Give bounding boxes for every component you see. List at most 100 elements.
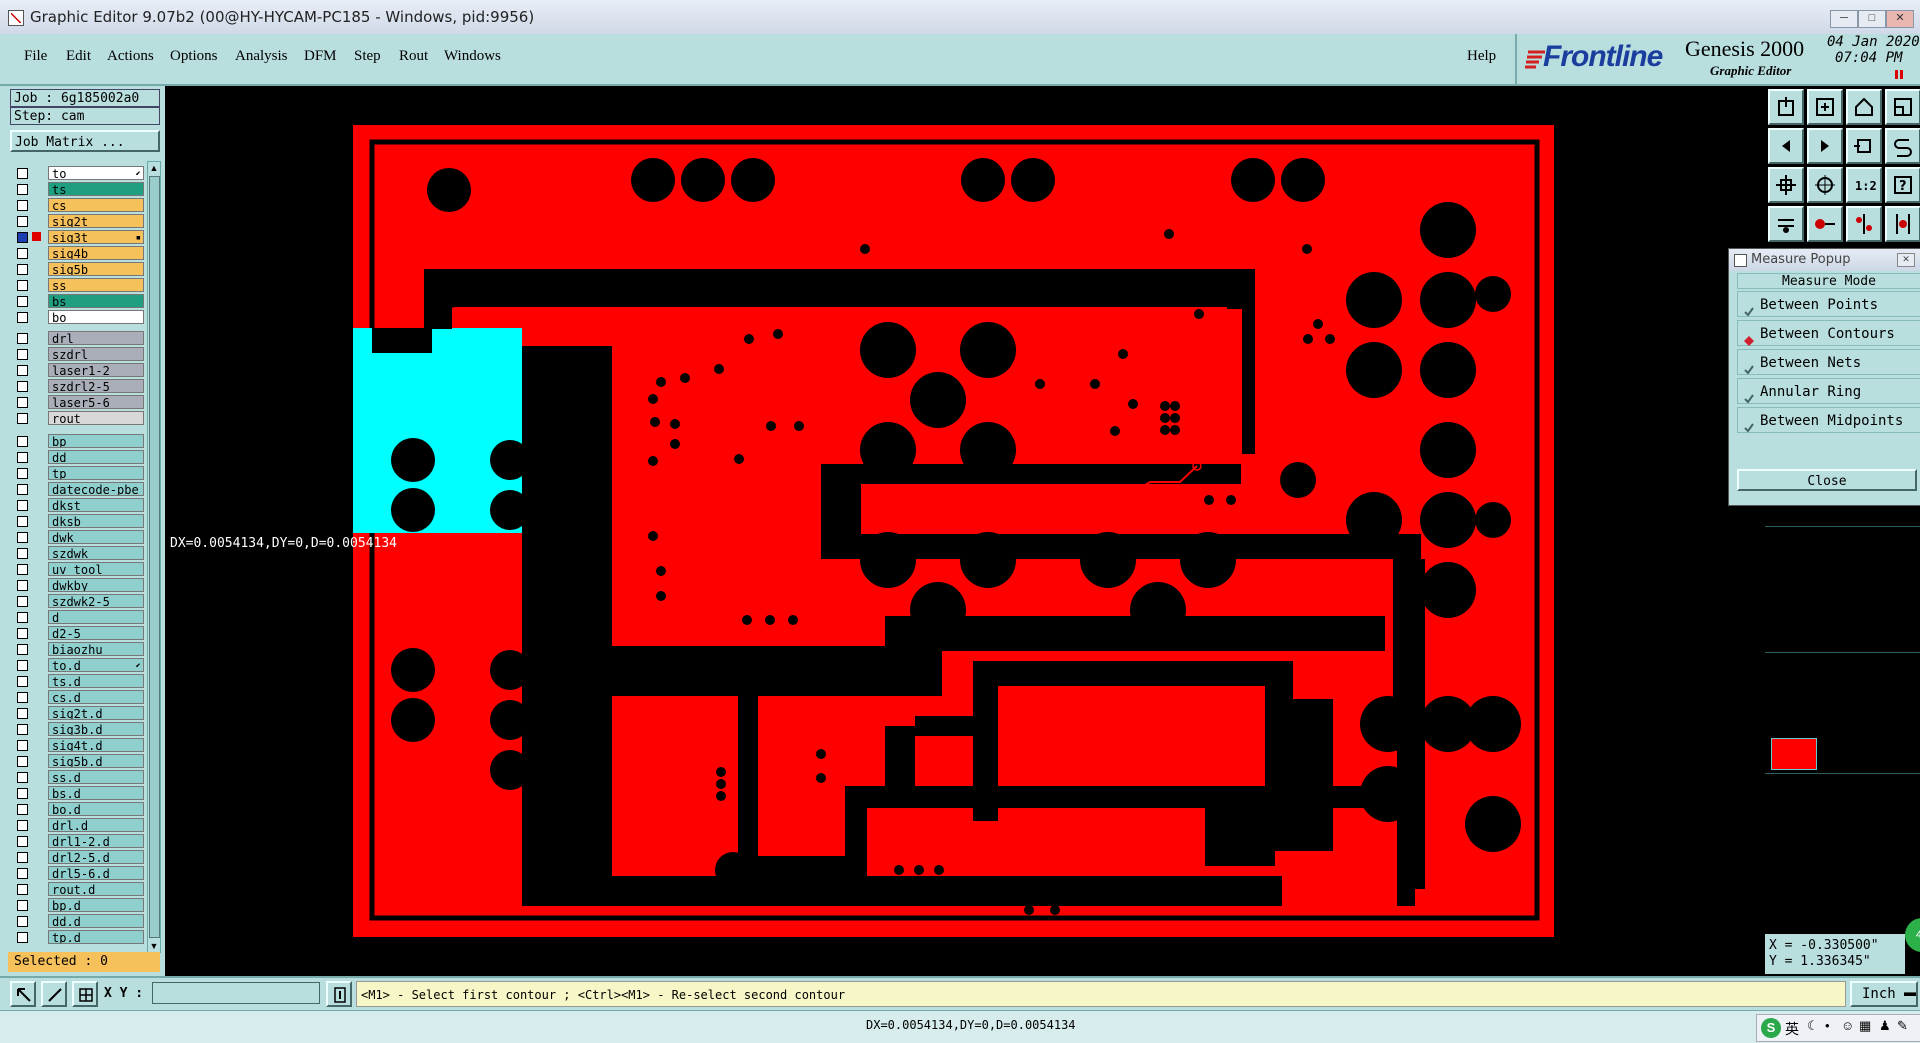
option-between-midpoints[interactable]: Between Midpoints bbox=[1737, 407, 1920, 433]
layer-checkbox[interactable] bbox=[17, 724, 28, 735]
layer-affected-marker[interactable] bbox=[32, 184, 41, 193]
option-between-points[interactable]: Between Points bbox=[1737, 291, 1920, 317]
layer-affected-marker[interactable] bbox=[32, 168, 41, 177]
redraw-icon[interactable] bbox=[1885, 128, 1920, 164]
layer-affected-marker[interactable] bbox=[32, 436, 41, 445]
layer-row[interactable]: bo.d bbox=[12, 801, 144, 817]
layer-row[interactable]: sig5b.d bbox=[12, 753, 144, 769]
moon-icon[interactable]: ☾ bbox=[1807, 1018, 1819, 1034]
layer-checkbox[interactable] bbox=[17, 916, 28, 927]
layer-affected-marker[interactable] bbox=[32, 516, 41, 525]
layer-affected-marker[interactable] bbox=[32, 612, 41, 621]
layer-row[interactable]: to.d ⬋ bbox=[12, 657, 144, 673]
layer-name[interactable]: ss.d bbox=[48, 770, 144, 784]
layer-checkbox[interactable] bbox=[17, 312, 28, 323]
layer-row[interactable]: drl5-6.d bbox=[12, 865, 144, 881]
layer-row[interactable]: uv_tool bbox=[12, 561, 144, 577]
layer-affected-marker[interactable] bbox=[32, 708, 41, 717]
layer-affected-marker[interactable] bbox=[32, 264, 41, 273]
zoom-home-icon[interactable] bbox=[1768, 89, 1804, 125]
zoom-area-icon[interactable] bbox=[1807, 167, 1843, 203]
fit-view-icon[interactable] bbox=[1885, 89, 1920, 125]
layer-row[interactable]: drl2-5.d bbox=[12, 849, 144, 865]
layer-affected-marker[interactable] bbox=[32, 484, 41, 493]
pan-left-icon[interactable] bbox=[1768, 128, 1804, 164]
layer-row[interactable]: drl.d bbox=[12, 817, 144, 833]
layer-name[interactable]: dd bbox=[48, 450, 144, 464]
net-measure-icon[interactable] bbox=[1846, 206, 1882, 242]
layer-row[interactable]: tp bbox=[12, 465, 144, 481]
layer-affected-marker[interactable] bbox=[32, 216, 41, 225]
layer-name[interactable]: tp.d bbox=[48, 930, 144, 944]
layer-affected-marker[interactable] bbox=[32, 532, 41, 541]
layer-name[interactable]: bp.d bbox=[48, 898, 144, 912]
layer-row[interactable]: tp.d bbox=[12, 929, 144, 945]
layer-checkbox[interactable] bbox=[17, 804, 28, 815]
layer-affected-marker[interactable] bbox=[32, 580, 41, 589]
layer-affected-marker[interactable] bbox=[32, 820, 41, 829]
layer-name[interactable]: dwkby bbox=[48, 578, 144, 592]
layer-row[interactable]: sig4b bbox=[12, 245, 144, 261]
layer-name[interactable]: biaozhu bbox=[48, 642, 144, 656]
layer-name[interactable]: sig3t ▪ bbox=[48, 230, 144, 244]
layer-affected-marker[interactable] bbox=[32, 232, 41, 241]
scroll-up-icon[interactable]: ▲ bbox=[148, 162, 160, 174]
layer-checkbox[interactable] bbox=[17, 413, 28, 424]
layer-name[interactable]: d bbox=[48, 610, 144, 624]
layer-affected-marker[interactable] bbox=[32, 452, 41, 461]
layer-row[interactable]: szdrl2-5 bbox=[12, 378, 144, 394]
layer-checkbox[interactable] bbox=[17, 932, 28, 943]
option-between-nets[interactable]: Between Nets bbox=[1737, 349, 1920, 375]
grid-icon[interactable] bbox=[72, 981, 98, 1007]
layer-checkbox[interactable] bbox=[17, 333, 28, 344]
job-matrix-button[interactable]: Job Matrix ... bbox=[10, 130, 160, 152]
layer-name[interactable]: sig3b.d bbox=[48, 722, 144, 736]
layer-name[interactable]: dd.d bbox=[48, 914, 144, 928]
layer-checkbox[interactable] bbox=[17, 788, 28, 799]
zoom-in-icon[interactable] bbox=[1807, 89, 1843, 125]
layer-row[interactable]: sig4t.d bbox=[12, 737, 144, 753]
layer-row[interactable]: bp.d bbox=[12, 897, 144, 913]
layer-name[interactable]: drl.d bbox=[48, 818, 144, 832]
layer-affected-marker[interactable] bbox=[32, 868, 41, 877]
layer-name[interactable]: uv_tool bbox=[48, 562, 144, 576]
layer-checkbox[interactable] bbox=[17, 516, 28, 527]
layer-name[interactable]: cs.d bbox=[48, 690, 144, 704]
layer-affected-marker[interactable] bbox=[32, 500, 41, 509]
layer-name[interactable]: dwk bbox=[48, 530, 144, 544]
close-window-button[interactable]: ✕ bbox=[1886, 10, 1914, 28]
layer-row[interactable]: dkst bbox=[12, 497, 144, 513]
xy-input[interactable] bbox=[152, 982, 320, 1004]
layer-checkbox[interactable] bbox=[17, 296, 28, 307]
layer-checkbox[interactable] bbox=[17, 740, 28, 751]
layer-affected-marker[interactable] bbox=[32, 248, 41, 257]
menu-rout[interactable]: Rout bbox=[399, 48, 428, 65]
layer-row[interactable]: drl1-2.d bbox=[12, 833, 144, 849]
layer-name[interactable]: cs bbox=[48, 198, 144, 212]
layer-checkbox[interactable] bbox=[17, 264, 28, 275]
layer-affected-marker[interactable] bbox=[32, 628, 41, 637]
layer-affected-marker[interactable] bbox=[32, 365, 41, 374]
user-icon[interactable]: ♟ bbox=[1879, 1018, 1891, 1034]
layer-row[interactable]: rout bbox=[12, 410, 144, 426]
scroll-down-icon[interactable]: ▼ bbox=[148, 940, 160, 952]
snap-icon[interactable] bbox=[1768, 206, 1804, 242]
layer-name[interactable]: ts bbox=[48, 182, 144, 196]
layer-affected-marker[interactable] bbox=[32, 740, 41, 749]
layer-name[interactable]: szdwk bbox=[48, 546, 144, 560]
layer-row[interactable]: ss bbox=[12, 277, 144, 293]
layer-row[interactable]: dksb bbox=[12, 513, 144, 529]
layer-checkbox[interactable] bbox=[17, 349, 28, 360]
layer-checkbox[interactable] bbox=[17, 452, 28, 463]
layer-name[interactable]: bs bbox=[48, 294, 144, 308]
popup-close-icon[interactable]: ✕ bbox=[1897, 253, 1915, 267]
layer-name[interactable]: ss bbox=[48, 278, 144, 292]
ime-language[interactable]: 英 bbox=[1785, 1019, 1799, 1039]
layer-affected-marker[interactable] bbox=[32, 413, 41, 422]
layer-row[interactable]: cs bbox=[12, 197, 144, 213]
layer-checkbox[interactable] bbox=[17, 900, 28, 911]
layer-checkbox[interactable] bbox=[17, 692, 28, 703]
graphic-canvas[interactable]: DX=0.0054134,DY=0,D=0.0054134 bbox=[165, 86, 1765, 976]
layer-name[interactable]: bs.d bbox=[48, 786, 144, 800]
layer-name[interactable]: szdwk2-5 bbox=[48, 594, 144, 608]
